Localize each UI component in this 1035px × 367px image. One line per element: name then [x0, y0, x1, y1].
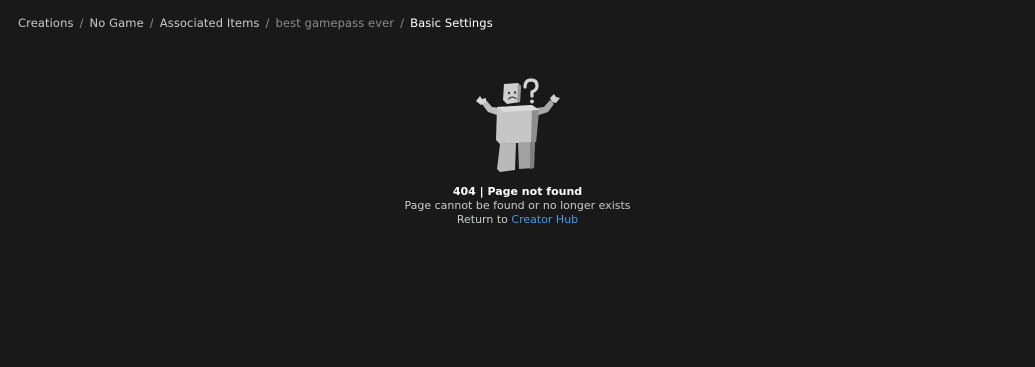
- error-title: 404 | Page not found: [452, 185, 583, 198]
- breadcrumb-creations[interactable]: Creations: [18, 16, 74, 30]
- error-description: Page cannot be found or no longer exists: [404, 199, 631, 212]
- creator-hub-link[interactable]: Creator Hub: [511, 213, 578, 226]
- not-found-panel: 404 | Page not found Page cannot be foun…: [0, 78, 1035, 227]
- breadcrumb-separator: /: [149, 16, 154, 30]
- breadcrumb-associated-items[interactable]: Associated Items: [160, 16, 260, 30]
- breadcrumb-gamepass[interactable]: best gamepass ever: [276, 16, 395, 30]
- return-prefix: Return to: [456, 213, 508, 226]
- breadcrumb-basic-settings: Basic Settings: [410, 16, 493, 30]
- breadcrumb-no-game[interactable]: No Game: [90, 16, 144, 30]
- confused-robloxian-icon: [475, 78, 560, 172]
- breadcrumb: Creations / No Game / Associated Items /…: [18, 16, 493, 30]
- breadcrumb-separator: /: [79, 16, 84, 30]
- breadcrumb-separator: /: [265, 16, 270, 30]
- breadcrumb-separator: /: [400, 16, 405, 30]
- return-line: Return to Creator Hub: [457, 213, 578, 227]
